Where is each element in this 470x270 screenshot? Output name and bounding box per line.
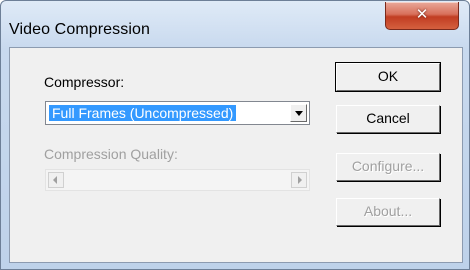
- slider-right-arrow[interactable]: [291, 172, 307, 188]
- compressor-label: Compressor:: [44, 74, 125, 90]
- arrow-right-icon: [298, 176, 302, 184]
- compressor-selected-value: Full Frames (Uncompressed): [49, 105, 237, 121]
- quality-label: Compression Quality:: [44, 146, 178, 162]
- slider-left-arrow[interactable]: [48, 172, 64, 188]
- ok-button[interactable]: OK: [335, 62, 441, 92]
- arrow-left-icon: [53, 176, 57, 184]
- dropdown-arrow-button[interactable]: [290, 104, 307, 122]
- about-button[interactable]: About...: [336, 198, 440, 226]
- close-button[interactable]: ✕: [385, 2, 459, 30]
- chevron-down-icon: [295, 111, 303, 116]
- dialog-body: Compressor: Full Frames (Uncompressed) C…: [9, 47, 463, 263]
- quality-slider[interactable]: [45, 169, 310, 191]
- close-icon: ✕: [415, 5, 429, 23]
- compressor-dropdown[interactable]: Full Frames (Uncompressed): [45, 101, 310, 125]
- title-bar[interactable]: Video Compression ✕: [1, 1, 469, 45]
- cancel-button[interactable]: Cancel: [336, 105, 440, 133]
- dialog-window: Video Compression ✕ Compressor: Full Fra…: [0, 0, 470, 270]
- window-title: Video Compression: [9, 21, 151, 38]
- configure-button[interactable]: Configure...: [336, 153, 440, 181]
